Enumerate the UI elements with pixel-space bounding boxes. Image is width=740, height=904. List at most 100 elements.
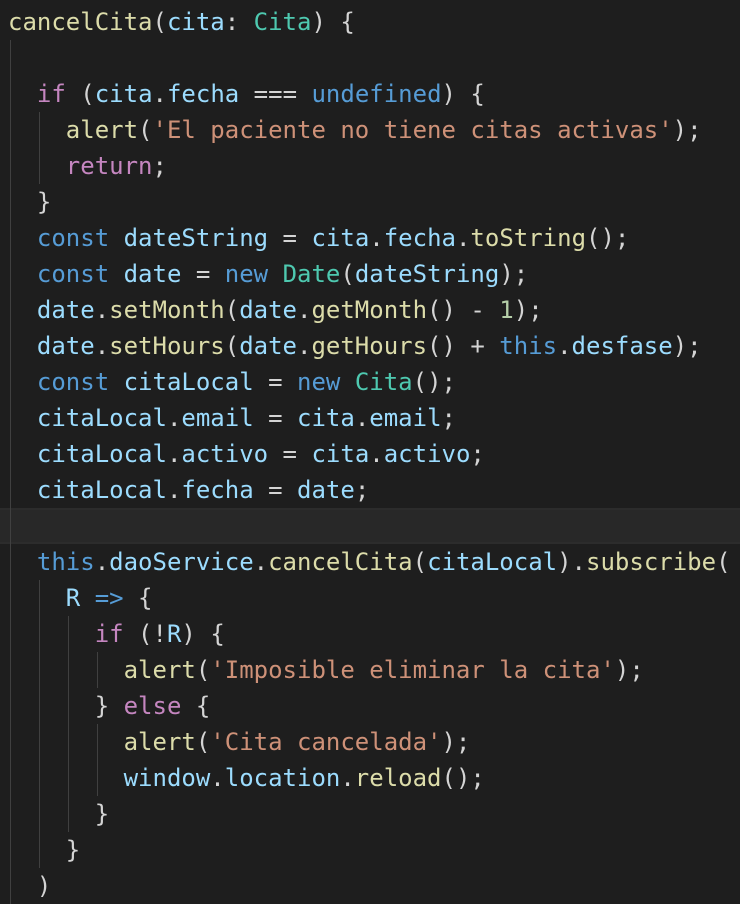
- code-token: cancelCita: [8, 8, 153, 36]
- code-token: (: [152, 8, 167, 36]
- code-token: return: [65, 152, 153, 180]
- code-token: .: [166, 404, 182, 432]
- code-line[interactable]: [0, 40, 740, 76]
- code-token: =>: [94, 584, 124, 612]
- code-token: (: [195, 656, 211, 684]
- code-token: if: [94, 620, 124, 648]
- code-line[interactable]: alert('Cita cancelada');: [0, 724, 740, 760]
- code-line[interactable]: this.daoService.cancelCita(citaLocal).su…: [0, 544, 740, 580]
- code-line[interactable]: cancelCita(cita: Cita) {: [0, 4, 740, 40]
- code-token: date: [239, 332, 297, 360]
- code-token: citaLocal: [36, 404, 167, 432]
- code-token: =: [268, 224, 312, 252]
- code-line[interactable]: return;: [0, 148, 740, 184]
- code-line[interactable]: alert('Imposible eliminar la cita');: [0, 652, 740, 688]
- code-line[interactable]: [0, 508, 740, 544]
- code-line[interactable]: window.location.reload();: [0, 760, 740, 796]
- code-token: {: [123, 584, 153, 612]
- code-line[interactable]: R => {: [0, 580, 740, 616]
- code-token: .: [354, 404, 370, 432]
- code-token: R: [65, 584, 81, 612]
- code-token: citaLocal: [427, 548, 558, 576]
- indent-guide: [38, 112, 40, 184]
- code-token: alert: [123, 656, 196, 684]
- code-token: ).: [557, 548, 587, 576]
- code-line[interactable]: alert('El paciente no tiene citas activa…: [0, 112, 740, 148]
- code-line[interactable]: date.setMonth(date.getMonth() - 1);: [0, 292, 740, 328]
- code-token: );: [441, 728, 471, 756]
- code-line[interactable]: citaLocal.fecha = date;: [0, 472, 740, 508]
- code-token: (: [340, 260, 355, 288]
- code-token: ) {: [181, 620, 225, 648]
- code-editor[interactable]: cancelCita(cita: Cita) { if (cita.fecha …: [0, 0, 740, 904]
- code-token: :: [224, 8, 254, 36]
- code-token: (: [412, 548, 428, 576]
- code-line[interactable]: }: [0, 184, 740, 220]
- code-token: ;: [354, 476, 370, 504]
- code-token: .: [369, 224, 384, 252]
- code-line[interactable]: }: [0, 796, 740, 832]
- code-line[interactable]: if (!R) {: [0, 616, 740, 652]
- code-token: cita: [166, 8, 225, 36]
- code-token: =: [268, 440, 312, 468]
- code-line[interactable]: } else {: [0, 688, 740, 724]
- code-token: ;: [441, 404, 456, 432]
- code-token: setMonth: [109, 296, 225, 324]
- code-token: 'El paciente no tiene citas activas': [152, 116, 673, 144]
- code-token: ===: [239, 80, 312, 108]
- code-token: fecha: [166, 80, 240, 108]
- code-token: .: [297, 296, 312, 324]
- code-token: alert: [123, 728, 196, 756]
- code-token: else: [123, 692, 182, 720]
- indent-guide: [38, 580, 40, 868]
- code-token: .: [166, 476, 182, 504]
- code-token: desfase: [571, 332, 673, 360]
- code-token: window: [123, 764, 211, 792]
- code-token: .: [94, 332, 110, 360]
- code-token: }: [8, 836, 81, 864]
- code-token: =: [181, 260, 225, 288]
- indent-guide: [96, 724, 98, 796]
- code-line[interactable]: const dateString = cita.fecha.toString()…: [0, 220, 740, 256]
- code-line[interactable]: if (cita.fecha === undefined) {: [0, 76, 740, 112]
- code-token: cita: [94, 80, 153, 108]
- code-line[interactable]: const date = new Date(dateString);: [0, 256, 740, 292]
- code-token: );: [513, 296, 543, 324]
- code-token: getMonth: [311, 296, 428, 324]
- code-token: {: [181, 692, 211, 720]
- code-line[interactable]: ): [0, 868, 740, 904]
- code-token: date: [239, 296, 297, 324]
- code-line[interactable]: date.setHours(date.getHours() + this.des…: [0, 328, 740, 364]
- code-token: Cita: [253, 8, 312, 36]
- code-token: .: [340, 764, 355, 792]
- code-token: (!: [123, 620, 167, 648]
- code-line[interactable]: const citaLocal = new Cita();: [0, 364, 740, 400]
- code-token: (: [224, 332, 240, 360]
- code-token: cita: [311, 440, 370, 468]
- code-line[interactable]: citaLocal.email = cita.email;: [0, 400, 740, 436]
- code-token: toString: [470, 224, 587, 252]
- code-line[interactable]: citaLocal.activo = cita.activo;: [0, 436, 740, 472]
- code-line[interactable]: }: [0, 832, 740, 868]
- code-token: );: [672, 332, 702, 360]
- code-token: daoService: [109, 548, 254, 576]
- code-token: new: [297, 368, 341, 396]
- code-token: ;: [470, 440, 485, 468]
- code-token: undefined: [311, 80, 442, 108]
- code-token: cita: [311, 224, 370, 252]
- code-token: date: [297, 476, 355, 504]
